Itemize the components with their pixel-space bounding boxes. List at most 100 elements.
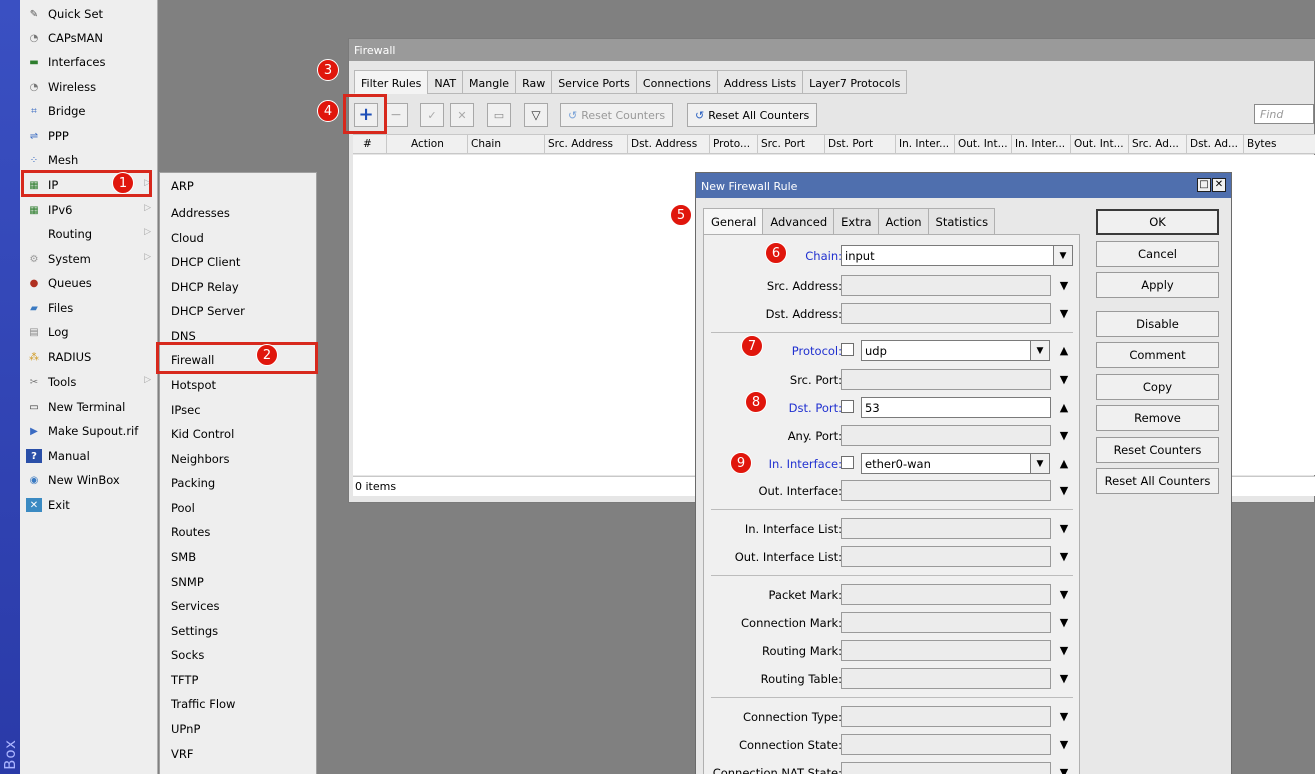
remove-button[interactable]: − bbox=[384, 103, 408, 127]
expand-down-icon[interactable]: ▼ bbox=[1057, 373, 1071, 386]
expand-down-icon[interactable]: ▼ bbox=[1057, 550, 1071, 563]
reset-counters-button[interactable]: Reset Counters bbox=[1096, 437, 1219, 463]
expand-down-icon[interactable]: ▼ bbox=[1057, 766, 1071, 774]
tab-extra[interactable]: Extra bbox=[833, 208, 878, 235]
dst-port-negate-checkbox[interactable] bbox=[841, 400, 854, 413]
col-src-port[interactable]: Src. Port bbox=[758, 135, 825, 154]
expand-down-icon[interactable]: ▼ bbox=[1057, 644, 1071, 657]
menu-item-bridge[interactable]: ⌗ Bridge bbox=[20, 99, 158, 123]
menu-item-quick-set[interactable]: ✎ Quick Set bbox=[20, 2, 158, 26]
remove-button[interactable]: Remove bbox=[1096, 405, 1219, 431]
collapse-up-icon[interactable]: ▲ bbox=[1057, 457, 1071, 470]
menu-item-capsman[interactable]: ◔ CAPsMAN bbox=[20, 26, 158, 50]
protocol-dropdown-button[interactable]: ▼ bbox=[1030, 340, 1050, 361]
expand-down-icon[interactable]: ▼ bbox=[1057, 710, 1071, 723]
menu-item-mesh[interactable]: ⁘ Mesh bbox=[20, 148, 158, 172]
submenu-item-snmp[interactable]: SNMP bbox=[171, 570, 204, 594]
tab-mangle[interactable]: Mangle bbox=[462, 70, 516, 94]
submenu-item-services[interactable]: Services bbox=[171, 594, 220, 618]
expand-down-icon[interactable]: ▼ bbox=[1057, 307, 1071, 320]
submenu-item-arp[interactable]: ARP bbox=[171, 174, 194, 198]
submenu-item-neighbors[interactable]: Neighbors bbox=[171, 447, 230, 471]
chain-select[interactable]: input bbox=[841, 245, 1054, 266]
tab-nat[interactable]: NAT bbox=[427, 70, 463, 94]
expand-down-icon[interactable]: ▼ bbox=[1057, 484, 1071, 497]
ok-button[interactable]: OK bbox=[1096, 209, 1219, 235]
copy-button[interactable]: Copy bbox=[1096, 374, 1219, 400]
any-port-field[interactable] bbox=[841, 425, 1051, 446]
tab-layer7-protocols[interactable]: Layer7 Protocols bbox=[802, 70, 908, 94]
connection-state-field[interactable] bbox=[841, 734, 1051, 755]
in-interface-list-field[interactable] bbox=[841, 518, 1051, 539]
submenu-item-dhcp-relay[interactable]: DHCP Relay bbox=[171, 275, 239, 299]
col-out-interface-list[interactable]: Out. Int... bbox=[1071, 135, 1129, 154]
collapse-up-icon[interactable]: ▲ bbox=[1057, 401, 1071, 414]
col-src-address-list[interactable]: Src. Ad... bbox=[1129, 135, 1187, 154]
tab-general[interactable]: General bbox=[703, 208, 763, 235]
submenu-item-dhcp-server[interactable]: DHCP Server bbox=[171, 299, 245, 323]
maximize-button[interactable]: □ bbox=[1197, 178, 1211, 192]
in-interface-negate-checkbox[interactable] bbox=[841, 456, 854, 469]
expand-down-icon[interactable]: ▼ bbox=[1057, 522, 1071, 535]
dst-address-field[interactable] bbox=[841, 303, 1051, 324]
menu-item-new-winbox[interactable]: ◉ New WinBox bbox=[20, 468, 158, 492]
cancel-button[interactable]: Cancel bbox=[1096, 241, 1219, 267]
menu-item-routing[interactable]: Routing ▷ bbox=[20, 222, 158, 246]
src-port-field[interactable] bbox=[841, 369, 1051, 390]
col-in-interface-list[interactable]: In. Inter... bbox=[1012, 135, 1071, 154]
tab-address-lists[interactable]: Address Lists bbox=[716, 70, 803, 94]
submenu-item-vrf[interactable]: VRF bbox=[171, 742, 193, 766]
menu-item-log[interactable]: ▤ Log bbox=[20, 320, 158, 344]
submenu-item-kid-control[interactable]: Kid Control bbox=[171, 422, 234, 446]
submenu-item-ipsec[interactable]: IPsec bbox=[171, 398, 201, 422]
tab-advanced[interactable]: Advanced bbox=[762, 208, 834, 235]
col-src-address[interactable]: Src. Address bbox=[545, 135, 628, 154]
connection-type-field[interactable] bbox=[841, 706, 1051, 727]
expand-down-icon[interactable]: ▼ bbox=[1057, 672, 1071, 685]
close-button[interactable]: ✕ bbox=[1212, 178, 1226, 192]
reset-counters-button[interactable]: ↺ Reset Counters bbox=[560, 103, 674, 127]
submenu-item-tftp[interactable]: TFTP bbox=[171, 668, 198, 692]
submenu-item-cloud[interactable]: Cloud bbox=[171, 226, 204, 250]
connection-mark-field[interactable] bbox=[841, 612, 1051, 633]
enable-button[interactable]: ✓ bbox=[420, 103, 444, 127]
protocol-select[interactable]: udp bbox=[861, 340, 1031, 361]
expand-down-icon[interactable]: ▼ bbox=[1057, 279, 1071, 292]
menu-item-files[interactable]: ▰ Files bbox=[20, 296, 158, 320]
submenu-item-addresses[interactable]: Addresses bbox=[171, 201, 230, 225]
col-protocol[interactable]: Proto... bbox=[710, 135, 758, 154]
menu-item-tools[interactable]: ✂ Tools ▷ bbox=[20, 370, 158, 394]
apply-button[interactable]: Apply bbox=[1096, 272, 1219, 298]
menu-item-exit[interactable]: ✕ Exit bbox=[20, 493, 158, 517]
filter-button[interactable]: ▽ bbox=[524, 103, 548, 127]
col-in-interface[interactable]: In. Inter... bbox=[896, 135, 955, 154]
menu-item-wireless[interactable]: ◔ Wireless bbox=[20, 75, 158, 99]
expand-down-icon[interactable]: ▼ bbox=[1057, 738, 1071, 751]
out-interface-list-field[interactable] bbox=[841, 546, 1051, 567]
submenu-item-hotspot[interactable]: Hotspot bbox=[171, 373, 216, 397]
menu-item-interfaces[interactable]: ▬ Interfaces bbox=[20, 50, 158, 74]
dst-port-input[interactable]: 53 bbox=[861, 397, 1051, 418]
comment-button[interactable]: Comment bbox=[1096, 342, 1219, 368]
menu-item-queues[interactable]: ● Queues bbox=[20, 271, 158, 295]
col-action[interactable]: Action bbox=[387, 135, 468, 154]
submenu-item-packing[interactable]: Packing bbox=[171, 471, 215, 495]
disable-button[interactable]: ✕ bbox=[450, 103, 474, 127]
submenu-item-upnp[interactable]: UPnP bbox=[171, 717, 200, 741]
tab-raw[interactable]: Raw bbox=[515, 70, 552, 94]
routing-table-field[interactable] bbox=[841, 668, 1051, 689]
menu-item-make-supout[interactable]: ▶ Make Supout.rif bbox=[20, 419, 158, 443]
tab-action[interactable]: Action bbox=[877, 208, 928, 235]
expand-down-icon[interactable]: ▼ bbox=[1057, 429, 1071, 442]
col-bytes[interactable]: Bytes bbox=[1244, 135, 1315, 154]
src-address-field[interactable] bbox=[841, 275, 1051, 296]
collapse-up-icon[interactable]: ▲ bbox=[1057, 344, 1071, 357]
submenu-item-dhcp-client[interactable]: DHCP Client bbox=[171, 250, 240, 274]
expand-down-icon[interactable]: ▼ bbox=[1057, 616, 1071, 629]
menu-item-system[interactable]: ⚙ System ▷ bbox=[20, 247, 158, 271]
submenu-item-settings[interactable]: Settings bbox=[171, 619, 218, 643]
comment-button[interactable]: ▭ bbox=[487, 103, 511, 127]
col-out-interface[interactable]: Out. Int... bbox=[955, 135, 1012, 154]
submenu-item-routes[interactable]: Routes bbox=[171, 520, 210, 544]
submenu-item-socks[interactable]: Socks bbox=[171, 643, 204, 667]
